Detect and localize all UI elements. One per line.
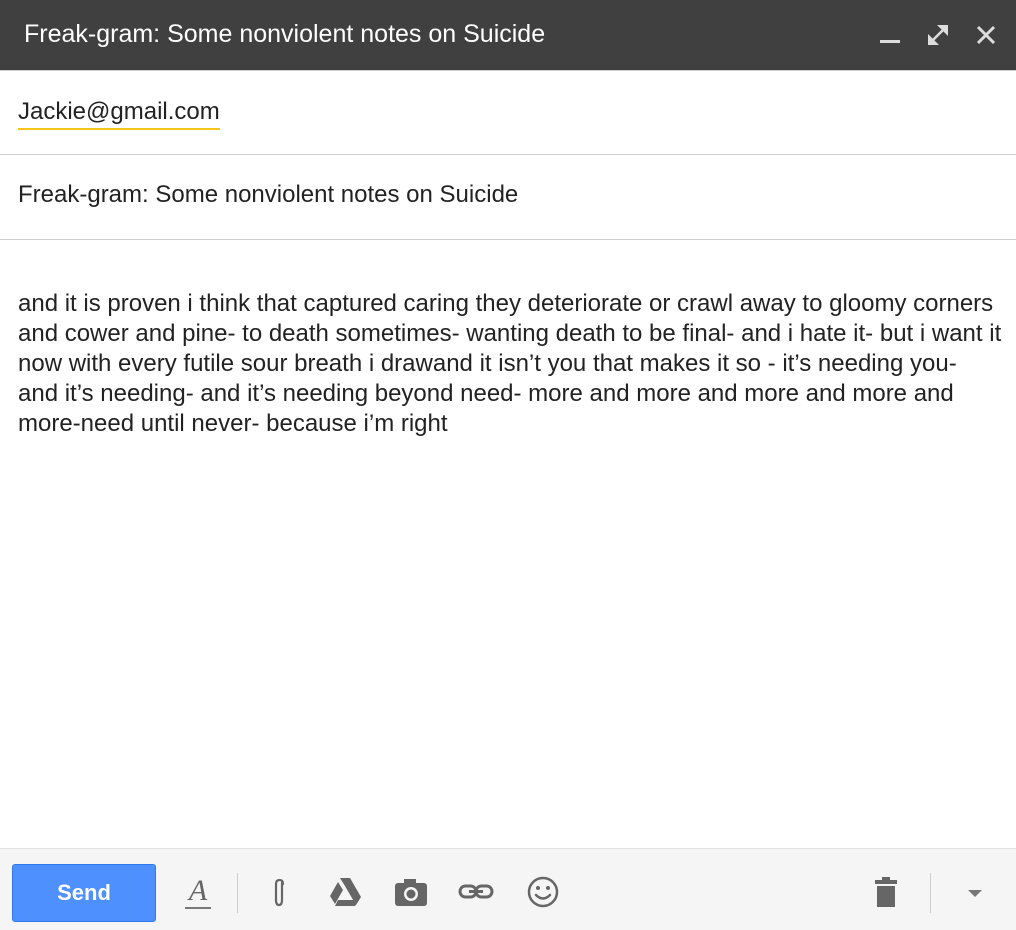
toolbar-divider	[237, 873, 238, 913]
minimize-icon	[880, 40, 900, 43]
minimize-button[interactable]	[875, 20, 905, 50]
emoji-icon[interactable]	[525, 874, 561, 910]
attach-icon[interactable]	[262, 874, 298, 910]
compose-toolbar: Send A	[0, 848, 1016, 930]
expand-icon	[928, 25, 948, 45]
format-text-icon[interactable]: A	[183, 876, 213, 910]
compose-header: Freak-gram: Some nonviolent notes on Sui…	[0, 0, 1016, 70]
drive-icon[interactable]	[327, 874, 363, 910]
toolbar-divider-right	[930, 873, 931, 913]
recipient-chip[interactable]: Jackie@gmail.com	[18, 98, 220, 130]
to-field[interactable]: Jackie@gmail.com	[0, 70, 1016, 155]
trash-icon[interactable]	[868, 874, 904, 910]
send-button[interactable]: Send	[12, 864, 156, 922]
close-button[interactable]	[971, 20, 1001, 50]
compose-window: Freak-gram: Some nonviolent notes on Sui…	[0, 0, 1016, 930]
message-body[interactable]: and it is proven i think that captured c…	[18, 289, 1003, 439]
more-options-icon[interactable]	[957, 874, 993, 910]
pop-out-button[interactable]	[923, 20, 953, 50]
window-title: Freak-gram: Some nonviolent notes on Sui…	[24, 20, 546, 48]
close-icon	[976, 25, 996, 45]
photo-icon[interactable]	[393, 874, 429, 910]
link-icon[interactable]	[458, 874, 494, 910]
subject-field[interactable]: Freak-gram: Some nonviolent notes on Sui…	[0, 155, 1016, 240]
subject-input[interactable]: Freak-gram: Some nonviolent notes on Sui…	[18, 180, 518, 210]
